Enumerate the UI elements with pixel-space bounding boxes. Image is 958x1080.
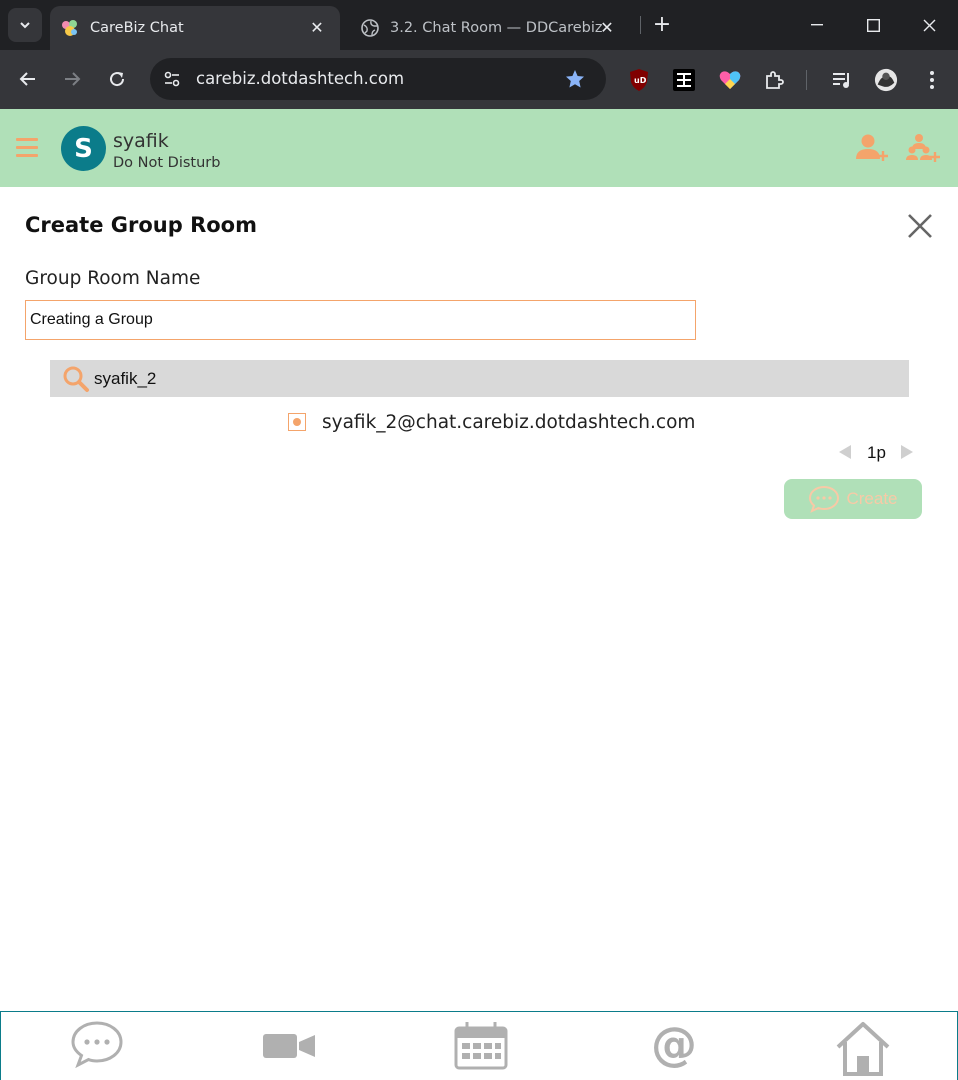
user-status[interactable]: Do Not Disturb <box>113 155 220 171</box>
nav-calendar[interactable] <box>451 1020 511 1078</box>
create-button-label: Create <box>846 489 898 508</box>
video-icon <box>263 1034 315 1058</box>
group-room-name-input[interactable] <box>25 300 696 340</box>
modal-title: Create Group Room <box>25 213 257 237</box>
new-tab-icon[interactable]: + <box>650 12 674 37</box>
close-window-icon[interactable] <box>914 12 944 38</box>
add-group-icon[interactable] <box>906 133 940 163</box>
chevron-down-icon <box>20 22 30 29</box>
search-icon[interactable] <box>62 365 90 393</box>
close-icon[interactable] <box>906 212 934 240</box>
calendar-icon <box>454 1022 508 1070</box>
minimize-icon[interactable] <box>802 12 832 38</box>
maximize-icon[interactable] <box>858 12 888 38</box>
tab-title: 3.2. Chat Room — DDCarebiz W <box>390 20 602 36</box>
username: syafik <box>113 130 169 152</box>
member-search-input[interactable] <box>94 364 894 394</box>
previous-page-icon[interactable] <box>838 444 852 460</box>
heart-extension-icon[interactable] <box>718 68 742 92</box>
chat-bubble-icon <box>809 485 840 513</box>
bottom-navigation: @ <box>0 1011 958 1080</box>
globe-icon <box>360 18 380 38</box>
address-bar[interactable]: carebiz.dotdashtech.com <box>150 58 606 100</box>
app-header: S syafik Do Not Disturb <box>0 109 958 187</box>
list-item[interactable]: syafik_2@chat.carebiz.dotdashtech.com <box>288 409 695 435</box>
add-user-icon[interactable] <box>855 133 889 163</box>
page-indicator: 1p <box>867 443 886 462</box>
browser-menu-icon[interactable] <box>920 68 944 92</box>
create-button[interactable]: Create <box>784 479 922 519</box>
tab-carebiz-chat[interactable]: CareBiz Chat ✕ <box>50 6 340 50</box>
nav-chat[interactable] <box>67 1020 127 1078</box>
at-icon: @ <box>651 1020 697 1070</box>
media-queue-icon[interactable] <box>830 68 854 92</box>
member-label: syafik_2@chat.carebiz.dotdashtech.com <box>322 411 696 433</box>
home-icon <box>836 1022 890 1076</box>
forward-icon[interactable] <box>57 64 87 94</box>
reload-icon[interactable] <box>102 64 132 94</box>
nav-video[interactable] <box>259 1020 319 1078</box>
tab-close-icon[interactable]: ✕ <box>306 16 328 38</box>
extensions-puzzle-icon[interactable] <box>762 68 786 92</box>
tab-divider <box>640 16 641 34</box>
reader-extension-icon[interactable] <box>672 68 696 92</box>
toolbar-divider <box>806 70 807 90</box>
browser-tab-bar: CareBiz Chat ✕ 3.2. Chat Room — DDCarebi… <box>0 0 958 50</box>
tab-title: CareBiz Chat <box>90 20 184 36</box>
carebiz-favicon-icon <box>60 18 80 38</box>
chat-icon <box>71 1021 123 1068</box>
svg-text:uD: uD <box>634 76 647 85</box>
avatar[interactable]: S <box>61 126 106 171</box>
group-room-name-label: Group Room Name <box>25 268 201 289</box>
svg-text:@: @ <box>651 1020 697 1070</box>
url-text: carebiz.dotdashtech.com <box>196 69 405 88</box>
menu-icon[interactable] <box>16 138 38 158</box>
bookmark-star-icon[interactable] <box>564 68 586 90</box>
profile-avatar-icon[interactable] <box>874 68 898 92</box>
checked-dot <box>293 418 301 426</box>
back-icon[interactable] <box>13 64 43 94</box>
tab-close-icon[interactable]: ✕ <box>596 16 618 38</box>
member-search-bar <box>50 360 909 397</box>
site-info-icon[interactable] <box>162 69 182 89</box>
nav-home[interactable] <box>833 1020 893 1078</box>
ublock-icon[interactable]: uD <box>627 68 651 92</box>
member-checkbox[interactable] <box>288 413 306 431</box>
nav-mentions[interactable]: @ <box>643 1020 703 1078</box>
tab-chat-room-docs[interactable]: 3.2. Chat Room — DDCarebiz W ✕ <box>350 6 630 50</box>
tab-search-button[interactable] <box>8 8 42 42</box>
next-page-icon[interactable] <box>900 444 914 460</box>
browser-toolbar: carebiz.dotdashtech.com uD <box>0 50 958 109</box>
